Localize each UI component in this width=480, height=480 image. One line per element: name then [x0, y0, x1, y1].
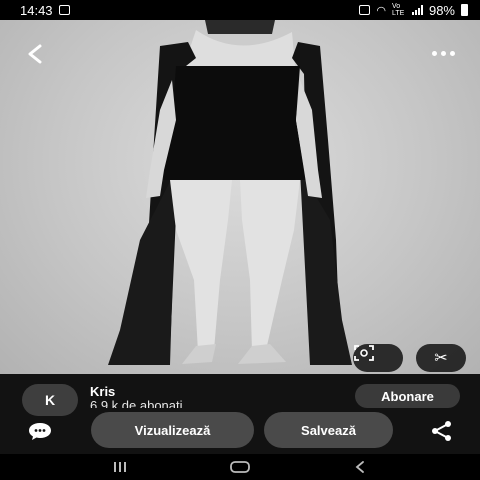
dot-icon: [449, 50, 455, 56]
signal-icon: [411, 5, 423, 15]
dot-icon: [431, 50, 437, 56]
avatar-letter: K: [44, 392, 56, 408]
battery-percent: 98%: [428, 2, 455, 18]
gallery-notification-icon: [58, 5, 70, 15]
scissors-icon: ✂: [434, 350, 448, 367]
status-time: 14:43: [20, 2, 53, 18]
share-button[interactable]: [428, 419, 456, 443]
recents-button[interactable]: [100, 455, 140, 479]
battery-icon: [461, 4, 468, 16]
comment-icon: [29, 423, 51, 440]
save-button[interactable]: Salvează: [264, 412, 393, 448]
home-button[interactable]: [220, 455, 260, 479]
visual-search-button[interactable]: [353, 344, 403, 372]
home-icon: [230, 461, 250, 473]
volte-label: Vo LTE: [391, 3, 405, 17]
visual-search-icon: [354, 345, 374, 361]
fashion-photo: [108, 20, 352, 365]
recents-icon: [114, 462, 126, 472]
wifi-icon: ◠: [376, 4, 386, 17]
chevron-left-icon: [28, 44, 42, 64]
system-back-button[interactable]: [340, 455, 380, 479]
more-options-button[interactable]: [428, 46, 458, 60]
status-bar: 14:43 ◠ Vo LTE 98%: [0, 0, 480, 20]
pin-image[interactable]: ✂: [0, 20, 480, 374]
back-arrow-icon: [355, 461, 364, 473]
share-icon: [432, 421, 451, 441]
view-button[interactable]: Vizualizează: [91, 412, 254, 448]
avatar[interactable]: K: [22, 384, 78, 416]
dot-icon: [440, 50, 446, 56]
alarm-icon: [359, 5, 371, 15]
follow-button[interactable]: Abonare: [355, 384, 460, 408]
pin-details-panel: K Kris 6,9 k de abonați Abonare Vizualiz…: [0, 374, 480, 454]
navigation-bar: [0, 454, 480, 480]
back-button[interactable]: [22, 42, 50, 66]
creator-name[interactable]: Kris: [90, 384, 115, 399]
comment-button[interactable]: [26, 420, 54, 442]
follower-count: 6,9 k de abonați: [90, 398, 183, 408]
crop-button[interactable]: ✂: [416, 344, 466, 372]
